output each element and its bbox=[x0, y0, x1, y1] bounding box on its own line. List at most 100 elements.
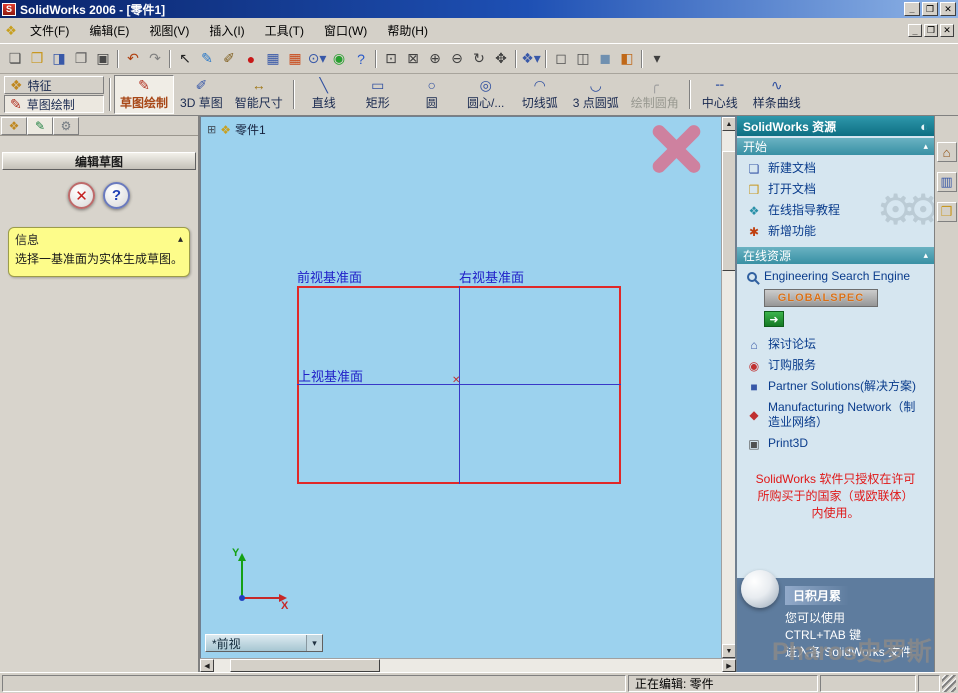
vertical-scrollbar[interactable] bbox=[721, 117, 735, 658]
minimize-button[interactable]: _ bbox=[904, 2, 920, 16]
online-tutorials-link[interactable]: ❖ 在线指导教程 bbox=[737, 200, 934, 221]
tab-solidworks-resources[interactable]: ⌂ bbox=[936, 142, 957, 162]
menu-item[interactable]: 窗口(W) bbox=[314, 19, 377, 42]
child-close-button[interactable]: ✕ bbox=[940, 24, 954, 37]
horizontal-scroll-thumb[interactable] bbox=[230, 659, 380, 672]
tree-expand-icon[interactable]: ⊞ bbox=[207, 123, 216, 136]
graphics-area[interactable]: ⊞ ❖ 零件1 前视基准面 右视基准面 上视基准面 ✕ Y X *前视 ▾ ▲ … bbox=[200, 116, 736, 658]
menu-item[interactable]: 插入(I) bbox=[199, 19, 254, 42]
scroll-down-icon[interactable] bbox=[722, 644, 735, 658]
hidden-lines-button[interactable]: ◫ bbox=[572, 48, 594, 70]
tab-file-explorer[interactable]: ❒ bbox=[936, 202, 957, 222]
zoom-to-fit-button[interactable]: ⊡ bbox=[380, 48, 402, 70]
rebuild-button[interactable]: ◉ bbox=[328, 48, 350, 70]
zoom-in-button[interactable]: ⊕ bbox=[424, 48, 446, 70]
toolbar-separator bbox=[106, 74, 114, 115]
record-macro-button[interactable]: ● bbox=[240, 48, 262, 70]
tangent-arc-button[interactable]: ◠ 切线弧 bbox=[513, 75, 567, 114]
resize-grip[interactable] bbox=[942, 674, 956, 692]
three-point-arc-button[interactable]: ◡ 3 点圆弧 bbox=[567, 75, 625, 114]
partner-solutions-link[interactable]: ■ Partner Solutions(解决方案) bbox=[737, 376, 934, 397]
line-button[interactable]: ╲ 直线 bbox=[297, 75, 351, 114]
menu-item[interactable]: 帮助(H) bbox=[377, 19, 438, 42]
sketch-button[interactable]: ✎ 草图绘制 bbox=[114, 75, 175, 114]
edit-color-button[interactable]: ▦ bbox=[284, 48, 306, 70]
pan-button[interactable]: ✥ bbox=[490, 48, 512, 70]
print3d-link[interactable]: ▣ Print3D bbox=[737, 433, 934, 454]
wireframe-button[interactable]: ◻ bbox=[550, 48, 572, 70]
restore-button[interactable]: ❐ bbox=[922, 2, 938, 16]
new-document-link[interactable]: ❏ 新建文档 bbox=[737, 158, 934, 179]
save-button[interactable]: ◨ bbox=[48, 48, 70, 70]
centerpoint-circle-button[interactable]: ◎ 圆心/... bbox=[459, 75, 513, 114]
task-pane-header: SolidWorks 资源 ◐ bbox=[737, 116, 934, 136]
whats-new-link[interactable]: ✱ 新增功能 bbox=[737, 221, 934, 242]
sketch-fillet-button[interactable]: ╭ 绘制圆角 bbox=[625, 75, 685, 114]
scroll-right-icon[interactable] bbox=[722, 659, 736, 672]
view-orientation-button[interactable]: ▾ bbox=[646, 48, 668, 70]
menu-item[interactable]: 视图(V) bbox=[139, 19, 199, 42]
menu-item[interactable]: 工具(T) bbox=[255, 19, 314, 42]
tool-icon: ╲ bbox=[319, 77, 328, 93]
section-start-header[interactable]: 开始 bbox=[737, 138, 934, 155]
tab-sketch[interactable]: ✎ 草图绘制 bbox=[4, 95, 104, 113]
spline-button[interactable]: ∿ 样条曲线 bbox=[747, 75, 807, 114]
go-button[interactable]: ➜ bbox=[764, 311, 784, 327]
zoom-to-area-button[interactable]: ⊠ bbox=[402, 48, 424, 70]
design-table-button[interactable]: ▦ bbox=[262, 48, 284, 70]
main-area: ❖ ✎ ⚙ 编辑草图 ✕ ? 信息 ▴ 选择一基准面为实体生成草图。 ⊞ ❖ 零件1 bbox=[0, 116, 958, 672]
chevron-down-icon[interactable] bbox=[306, 635, 322, 651]
child-restore-button[interactable]: ❐ bbox=[924, 24, 938, 37]
tab-featuremanager[interactable]: ❖ bbox=[1, 117, 27, 135]
standard-views-combo[interactable]: ❖▾ bbox=[520, 48, 542, 70]
scroll-left-icon[interactable] bbox=[200, 659, 214, 672]
tab-features[interactable]: ❖ 特征 bbox=[4, 76, 104, 94]
open-document-link[interactable]: ❒ 打开文档 bbox=[737, 179, 934, 200]
section-view-button[interactable]: ◧ bbox=[616, 48, 638, 70]
child-minimize-button[interactable]: _ bbox=[908, 24, 922, 37]
close-button[interactable]: ✕ bbox=[940, 2, 956, 16]
collapse-icon[interactable]: ▴ bbox=[178, 234, 183, 245]
engineering-search-link[interactable]: Engineering Search Engine bbox=[737, 264, 934, 287]
rotate-view-button[interactable]: ↻ bbox=[468, 48, 490, 70]
section-online-header[interactable]: 在线资源 bbox=[737, 247, 934, 264]
subscription-service-link[interactable]: ◉ 订购服务 bbox=[737, 355, 934, 376]
horizontal-scrollbar[interactable] bbox=[200, 658, 736, 672]
help-button[interactable]: ? bbox=[350, 48, 372, 70]
shaded-button[interactable]: ◼ bbox=[594, 48, 616, 70]
annotation-button[interactable]: ✐ bbox=[218, 48, 240, 70]
undo-button[interactable]: ↶ bbox=[122, 48, 144, 70]
3d-sketch-button[interactable]: ✐ 3D 草图 bbox=[174, 75, 229, 114]
tool-icon: ▭ bbox=[371, 77, 385, 93]
menu-item[interactable]: 编辑(E) bbox=[79, 19, 139, 42]
zoom-out-button[interactable]: ⊖ bbox=[446, 48, 468, 70]
print-button[interactable]: ▣ bbox=[92, 48, 114, 70]
circle-button[interactable]: ○ 圆 bbox=[405, 75, 459, 114]
help-circle-button[interactable]: ? bbox=[103, 182, 130, 209]
status-panel bbox=[918, 674, 940, 692]
tab-propertymanager[interactable]: ✎ bbox=[27, 117, 53, 135]
front-plane-label[interactable]: 前视基准面 bbox=[297, 267, 362, 286]
discussion-forum-link[interactable]: ⌂ 探讨论坛 bbox=[737, 334, 934, 355]
menu-item[interactable]: 文件(F) bbox=[20, 19, 79, 42]
right-plane-label[interactable]: 右视基准面 bbox=[459, 267, 524, 286]
view-orientation-selector[interactable]: *前视 bbox=[205, 634, 323, 652]
select-button[interactable]: ↖ bbox=[174, 48, 196, 70]
manufacturing-network-link[interactable]: ◆ Manufacturing Network（制造业网络） bbox=[737, 397, 934, 433]
smart-dimension-button[interactable]: ↔ 智能尺寸 bbox=[229, 75, 289, 114]
open-document-button[interactable]: ❒ bbox=[26, 48, 48, 70]
print-preview-button[interactable]: ❐ bbox=[70, 48, 92, 70]
tab-configurationmanager[interactable]: ⚙ bbox=[53, 117, 79, 135]
axis-origin-dot bbox=[239, 595, 245, 601]
centerline-button[interactable]: ╌ 中心线 bbox=[693, 75, 747, 114]
globalspec-badge[interactable]: GLOBALSPEC bbox=[764, 289, 878, 307]
rectangle-button[interactable]: ▭ 矩形 bbox=[351, 75, 405, 114]
new-document-button[interactable]: ❏ bbox=[4, 48, 26, 70]
vertical-scroll-thumb[interactable] bbox=[722, 151, 735, 271]
cancel-button[interactable]: ✕ bbox=[68, 182, 95, 209]
zoom-select-combo[interactable]: ⊙▾ bbox=[306, 48, 328, 70]
redo-button[interactable]: ↷ bbox=[144, 48, 166, 70]
scroll-up-icon[interactable] bbox=[722, 117, 735, 131]
tab-design-library[interactable]: ▥ bbox=[936, 172, 957, 192]
sketch-button-small[interactable]: ✎ bbox=[196, 48, 218, 70]
